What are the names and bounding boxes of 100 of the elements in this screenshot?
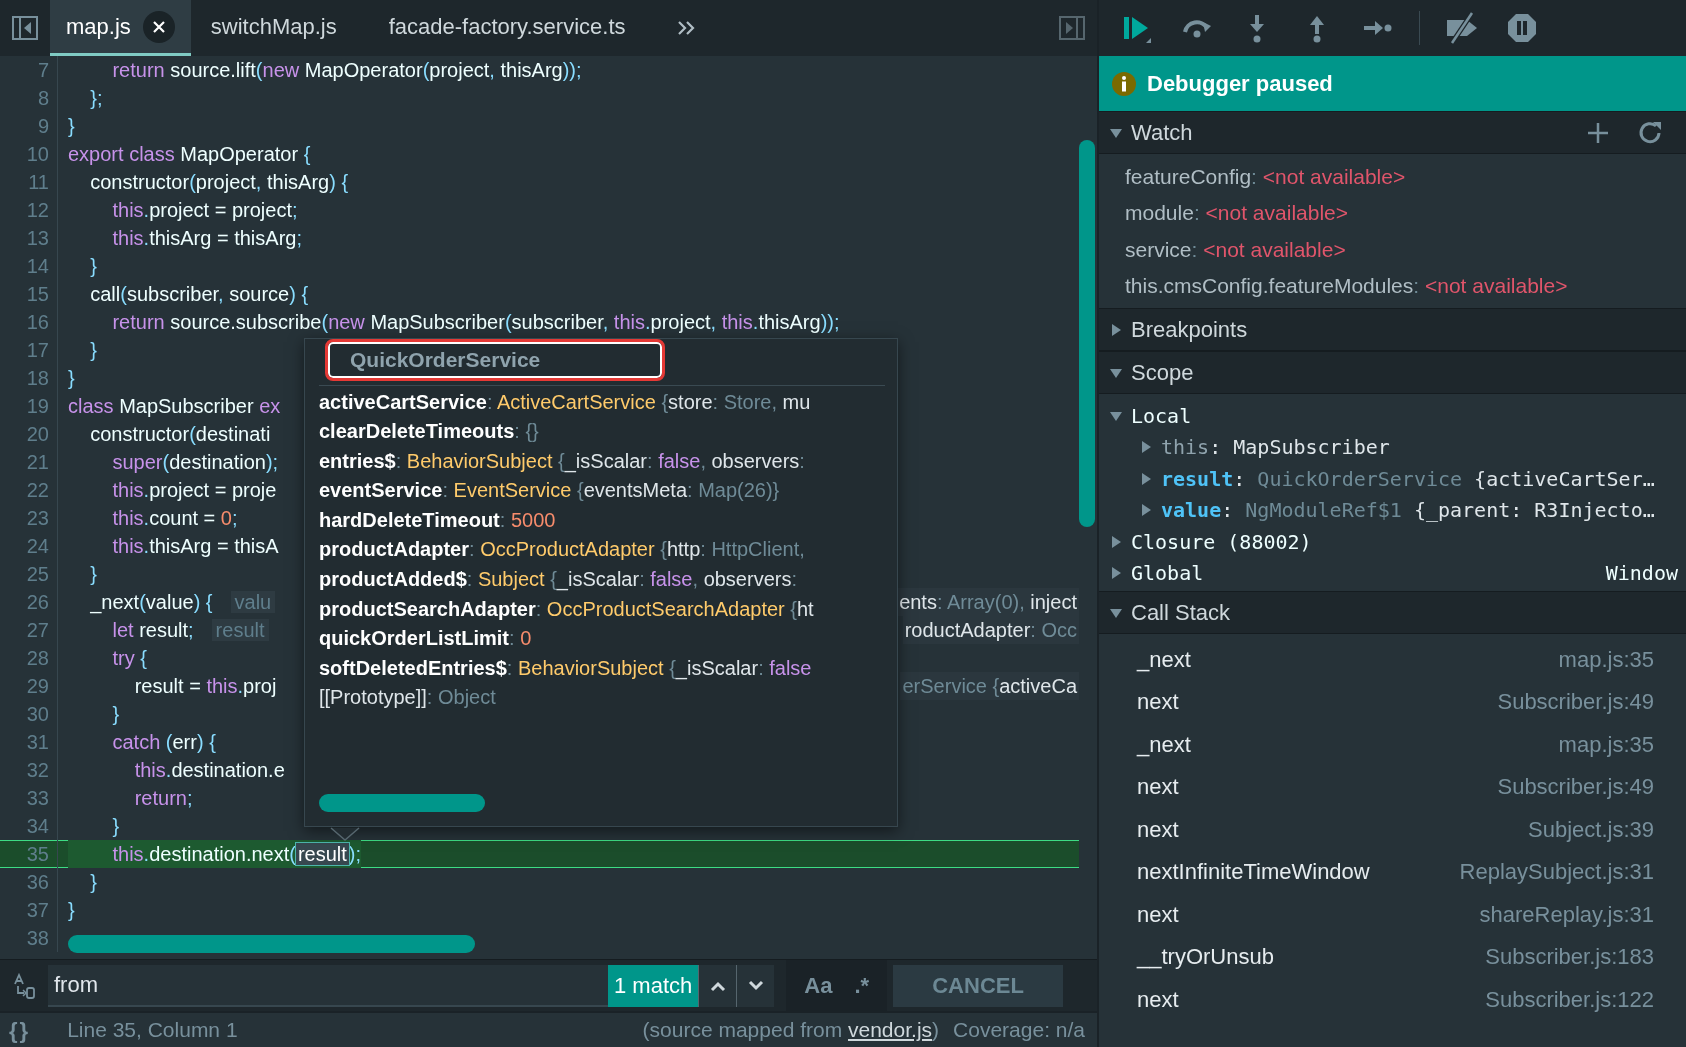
search-field[interactable]: from [48, 964, 608, 1007]
inline-value-hint: roductAdapter: Occ [902, 616, 1079, 644]
inline-value-hint: erService {activeCa [900, 672, 1079, 700]
scope-entry[interactable]: result: QuickOrderService {activeCartSer… [1161, 463, 1655, 494]
scope-entry[interactable]: Global [1131, 558, 1204, 589]
code-line: return; [133, 786, 193, 811]
code-line: return source.lift(new MapOperator(project, thisArg)); [111, 58, 582, 83]
line-number: 18 [0, 364, 58, 392]
code-line: this.project = project; [111, 198, 298, 223]
line-number: 17 [0, 336, 58, 364]
code-line: } [89, 870, 97, 895]
section-header[interactable]: Call Stack [1099, 591, 1686, 634]
expand-arrow-icon[interactable] [1139, 440, 1153, 455]
frame-function[interactable]: _next [1137, 727, 1191, 761]
code-line: result = this.proj [133, 674, 277, 699]
plus-icon [1587, 121, 1609, 144]
code-line: export class MapOperator { [68, 142, 311, 167]
frame-function[interactable]: next [1137, 770, 1179, 804]
line-number: 13 [0, 224, 58, 252]
scope-entry[interactable]: Local [1131, 400, 1192, 431]
frame-location[interactable]: Subject.js:39 [1528, 812, 1654, 846]
watch-expression: this.cmsConfig.featureModules: <not available> [1124, 273, 1569, 299]
code-line: let result; result [68, 616, 269, 644]
chevron-down-icon [747, 979, 764, 992]
source-map-note: (source mapped from vendor.js) [642, 1017, 940, 1044]
sidebar-toggle-icon [12, 16, 38, 40]
replace-icon[interactable] [12, 972, 36, 999]
line-number: 29 [0, 672, 58, 700]
property-row-text: entries$: BehaviorSubject {_isScalar: false, observers: [319, 448, 806, 475]
code-line: _next(value) { valu [68, 588, 276, 616]
line-number: 37 [0, 896, 58, 924]
previous-match-button[interactable] [698, 964, 737, 1007]
frame-function[interactable]: next [1137, 897, 1179, 931]
code-line: return source.subscribe(new MapSubscriber(subscriber, this.project, this.thisArg)); [111, 310, 840, 335]
line-number: 26 [0, 588, 58, 616]
frame-location[interactable]: Subscriber.js:122 [1485, 982, 1654, 1016]
frame-function[interactable]: next [1137, 812, 1179, 846]
frame-function[interactable]: next [1137, 982, 1179, 1016]
line-number: 14 [0, 252, 58, 280]
line-number: 31 [0, 728, 58, 756]
source-link[interactable]: vendor.js [848, 1018, 933, 1042]
frame-location[interactable]: map.js:35 [1558, 727, 1654, 761]
property-row-text: productAdded$: Subject {_isScalar: false, observers: [319, 567, 798, 593]
frame-function[interactable]: nextInfiniteTimeWindow [1137, 855, 1370, 889]
frame-location[interactable]: shareReplay.js:31 [1479, 897, 1654, 931]
frame-location[interactable]: Subscriber.js:49 [1497, 685, 1654, 719]
section-header[interactable]: Watch [1099, 111, 1686, 154]
popup-title: QuickOrderService [325, 339, 665, 381]
file-tab[interactable]: map.js [50, 0, 191, 56]
line-number: 12 [0, 196, 58, 224]
code-line: this.count = 0; [111, 506, 238, 531]
file-tab[interactable]: facade-factory.service.ts [372, 0, 642, 56]
line-number: 10 [0, 140, 58, 168]
property-row-text: productAdapter: OccProductAdapter {http: HttpClient, [319, 537, 806, 563]
scope-value: Window [1605, 560, 1678, 588]
scope-entry[interactable]: Closure (88002) [1131, 526, 1312, 557]
frame-location[interactable]: Subscriber.js:49 [1497, 770, 1654, 804]
scrollbar-thumb[interactable] [1079, 140, 1095, 527]
expand-arrow-icon[interactable] [1109, 534, 1123, 549]
property-row-text: [[Prototype]]: Object [319, 685, 497, 711]
line-number: 24 [0, 532, 58, 560]
expand-arrow-icon[interactable] [1109, 566, 1123, 581]
section-header[interactable]: Breakpoints [1099, 308, 1686, 351]
pretty-print-button[interactable]: {} [8, 1012, 32, 1047]
line-number: 38 [0, 924, 58, 952]
frame-location[interactable]: ReplaySubject.js:31 [1459, 855, 1654, 889]
scope-entry[interactable]: value: NgModuleRef$1 {_parent: R3Injecto… [1161, 495, 1655, 526]
scope-entry[interactable]: this: MapSubscriber [1161, 432, 1390, 463]
file-tab[interactable]: switchMap.js [194, 0, 353, 56]
expand-arrow-icon[interactable] [1109, 322, 1123, 337]
next-match-button[interactable] [736, 964, 775, 1007]
line-number: 15 [0, 280, 58, 308]
expand-arrow-icon[interactable] [1139, 471, 1153, 486]
code-line: this.thisArg = thisA [111, 534, 279, 559]
code-line: try { [111, 646, 147, 671]
refresh-icon [1637, 119, 1663, 146]
property-row-text: hardDeleteTimeout: 5000 [319, 507, 557, 533]
code-line: } [68, 366, 75, 391]
paused-message: Debugger paused [1147, 70, 1333, 98]
line-number: 7 [0, 56, 58, 84]
line-number: 23 [0, 504, 58, 532]
frame-location[interactable]: map.js:35 [1558, 642, 1654, 676]
regex-toggle[interactable]: .* [854, 969, 870, 1002]
section-header[interactable]: Scope [1099, 351, 1686, 394]
close-tab-button[interactable] [142, 10, 175, 43]
match-case-toggle[interactable]: Aa [804, 969, 833, 1002]
frame-function[interactable]: __tryOrUnsub [1137, 940, 1274, 974]
code-line: } [68, 898, 75, 923]
scrollbar-thumb[interactable] [68, 935, 475, 953]
line-number: 9 [0, 112, 58, 140]
code-line: super(destination); [111, 450, 279, 475]
line-number: 11 [0, 168, 58, 196]
frame-function[interactable]: _next [1137, 642, 1191, 676]
scrollbar-thumb[interactable] [319, 794, 485, 812]
frame-function[interactable]: next [1137, 685, 1179, 719]
expand-arrow-icon[interactable] [1139, 503, 1153, 518]
double-chevron-icon [676, 20, 697, 36]
frame-location[interactable]: Subscriber.js:183 [1485, 940, 1654, 974]
line-number: 22 [0, 476, 58, 504]
info-icon [1111, 70, 1137, 97]
